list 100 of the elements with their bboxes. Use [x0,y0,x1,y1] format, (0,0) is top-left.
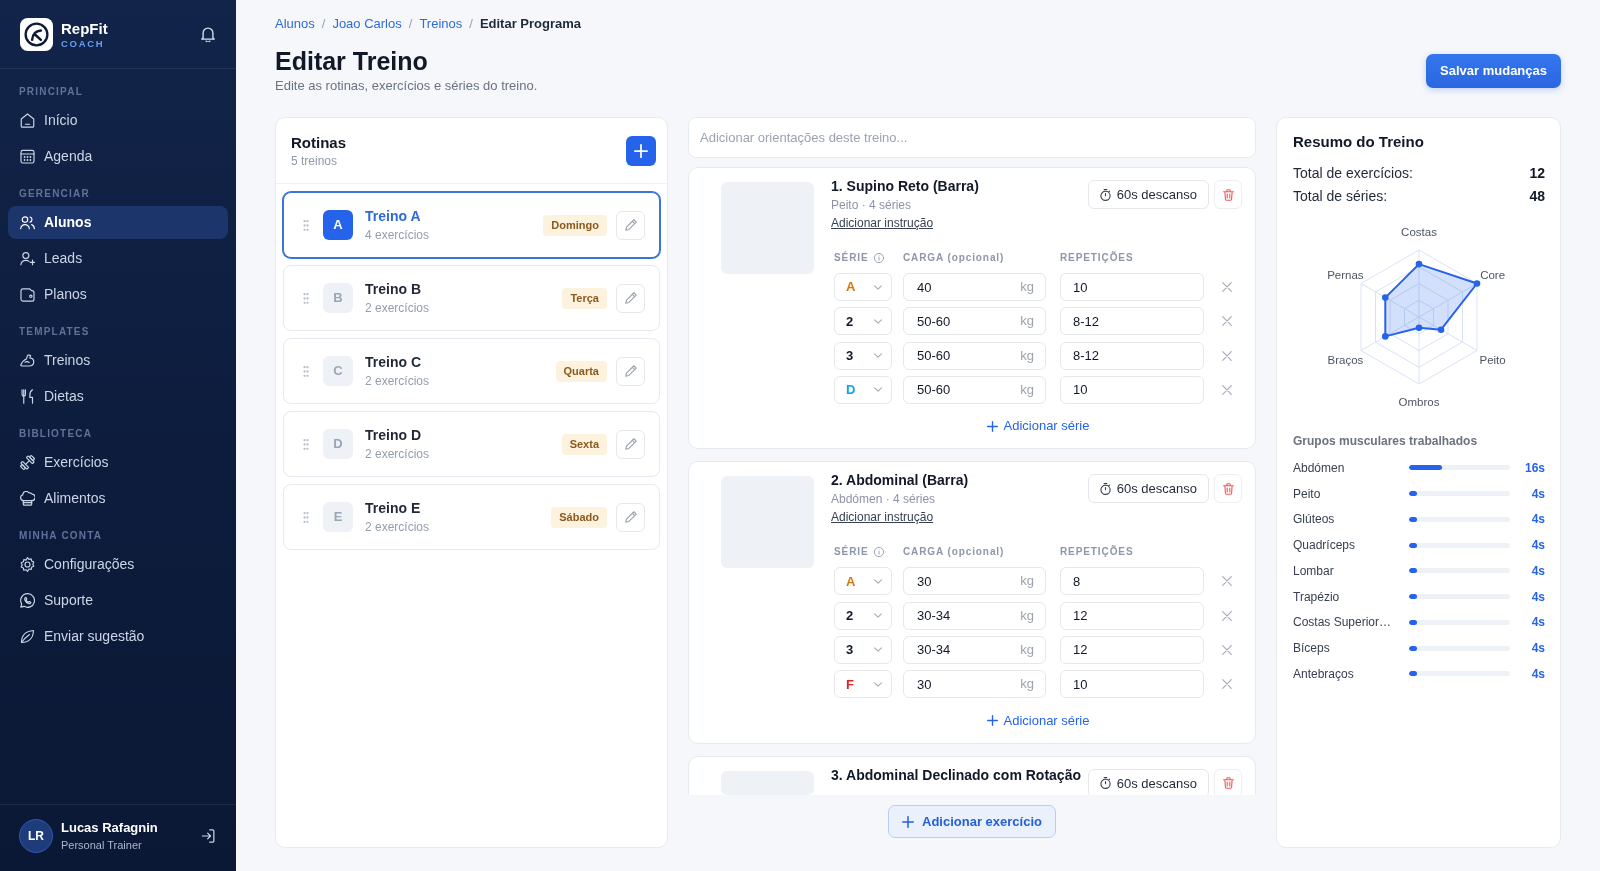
info-icon [873,547,884,558]
edit-button[interactable] [616,356,645,386]
nav-item[interactable]: Configurações [8,548,228,581]
breadcrumb-link[interactable]: Alunos [275,16,315,32]
bell-icon[interactable] [201,26,215,42]
drag-handle-icon[interactable] [303,511,309,523]
wallet-icon [20,287,35,302]
rest-timer-button[interactable]: 60s descanso [1087,180,1209,209]
set-type-select[interactable]: 3 [834,341,892,370]
axis-label: Costas [1401,226,1437,238]
muscle-set-count: 4s [1530,614,1545,632]
breadcrumb-link[interactable]: Treinos [419,16,463,32]
reps-field[interactable]: 10 [1060,375,1204,404]
muscle-name: Costas Superior… [1293,614,1393,632]
nav-item[interactable]: Suporte [8,584,228,617]
close-icon [1222,282,1232,292]
edit-button[interactable] [616,429,645,459]
set-type-select[interactable]: 2 [834,307,892,336]
routine-item[interactable]: E Treino E 2 exercícios Sábado [283,484,660,550]
rest-timer-button[interactable]: 60s descanso [1087,474,1209,504]
breadcrumb-separator: / [408,16,413,32]
unit-label: kg [1020,607,1034,624]
brand-tagline: COACH [61,37,105,49]
nav-item[interactable]: Planos [8,278,228,311]
routine-item[interactable]: D Treino D 2 exercícios Sexta [283,411,660,477]
delete-button[interactable] [1214,474,1242,504]
reps-field[interactable]: 12 [1060,636,1204,664]
nav-item[interactable]: Alunos [8,206,228,239]
delete-button[interactable] [1214,768,1242,795]
routine-item[interactable]: C Treino C 2 exercícios Quarta [283,338,660,404]
nav-item[interactable]: Dietas [8,380,228,413]
drag-handle-icon[interactable] [303,219,309,231]
muscle-set-count: 4s [1530,537,1545,555]
rest-timer-button[interactable]: 60s descanso [1087,768,1209,795]
nav-item[interactable]: Leads [8,242,228,275]
chevron-down-icon [874,578,882,584]
timer-icon [1099,482,1111,495]
timer-icon [1099,188,1111,201]
breadcrumb-separator: / [469,16,473,32]
section-label: PRINCIPAL [19,86,83,98]
chevron-down-icon [874,387,882,393]
edit-button[interactable] [616,283,645,313]
muscle-name: Quadríceps [1293,537,1357,555]
set-type-select[interactable]: 3 [834,636,892,664]
reps-field[interactable]: 12 [1060,601,1204,630]
data-point [1415,324,1423,331]
add-instruction-link[interactable]: Adicionar instrução [831,214,934,232]
breadcrumb-link[interactable]: Joao Carlos [332,16,402,32]
letter-tile: B [323,283,353,313]
add-set-button[interactable]: Adicionar série [986,711,1090,730]
drag-handle-icon[interactable] [303,292,309,304]
reps-field[interactable]: 10 [1060,273,1204,301]
nav-item[interactable]: Enviar sugestão [8,620,228,653]
set-type-select[interactable]: 2 [834,601,892,630]
drag-handle-icon[interactable] [303,365,309,377]
reps-field[interactable]: 10 [1060,670,1204,699]
fork-knife-icon [20,389,35,404]
add-instruction-link[interactable]: Adicionar instrução [831,508,934,527]
edit-button[interactable] [616,502,645,532]
routine-exercise-count: 2 exercícios [365,518,430,536]
close-icon [1222,679,1232,690]
add-set-button[interactable]: Adicionar série [986,417,1090,436]
unit-label: kg [1020,573,1034,590]
exercise-subtitle: Abdómen · 4 séries [831,491,936,509]
drag-handle-icon[interactable] [303,438,309,450]
logout-icon[interactable] [201,829,215,843]
edit-button[interactable] [616,210,645,240]
pencil-icon [624,219,637,231]
column-header: SÉRIE [834,546,869,559]
stat-label: Total de séries: [1293,187,1388,206]
add-routine-button[interactable] [626,135,656,166]
nav-item[interactable]: Agenda [8,140,228,173]
panel-title: Rotinas [291,132,346,153]
muscle-name: Bíceps [1293,640,1331,658]
reps-field[interactable]: 8-12 [1060,307,1204,336]
settings-icon [20,557,35,572]
save-button[interactable]: Salvar mudanças [1426,54,1561,88]
reps-field[interactable]: 8-12 [1060,341,1204,370]
data-point [1415,260,1423,268]
stat-value: 12 [1529,164,1545,183]
notes-field[interactable]: Adicionar orientações deste treino... [688,117,1256,158]
letter-tile: C [323,356,353,386]
nav-item[interactable]: Treinos [8,344,228,377]
set-type-select[interactable]: F [834,670,892,699]
reps-field[interactable]: 8 [1060,567,1204,596]
column-header: REPETIÇÕES [1060,546,1134,558]
exercise-title: 1. Supino Reto (Barra) [831,177,979,195]
muscle-name: Trapézio [1293,588,1341,606]
delete-button[interactable] [1214,180,1242,209]
chevron-down-icon [874,647,882,653]
nav-item[interactable]: Início [8,104,228,137]
add-exercise-button[interactable]: Adicionar exercício [888,805,1056,838]
phone-chat-icon [20,593,35,608]
routine-item[interactable]: A Treino A 4 exercícios Domingo [283,192,660,258]
routine-item[interactable]: B Treino B 2 exercícios Terça [283,265,660,331]
nav-item[interactable]: Exercícios [8,446,228,479]
chevron-down-icon [874,284,882,290]
nav-item[interactable]: Alimentos [8,482,228,515]
unit-label: kg [1020,313,1034,330]
trash-icon [1222,188,1234,201]
